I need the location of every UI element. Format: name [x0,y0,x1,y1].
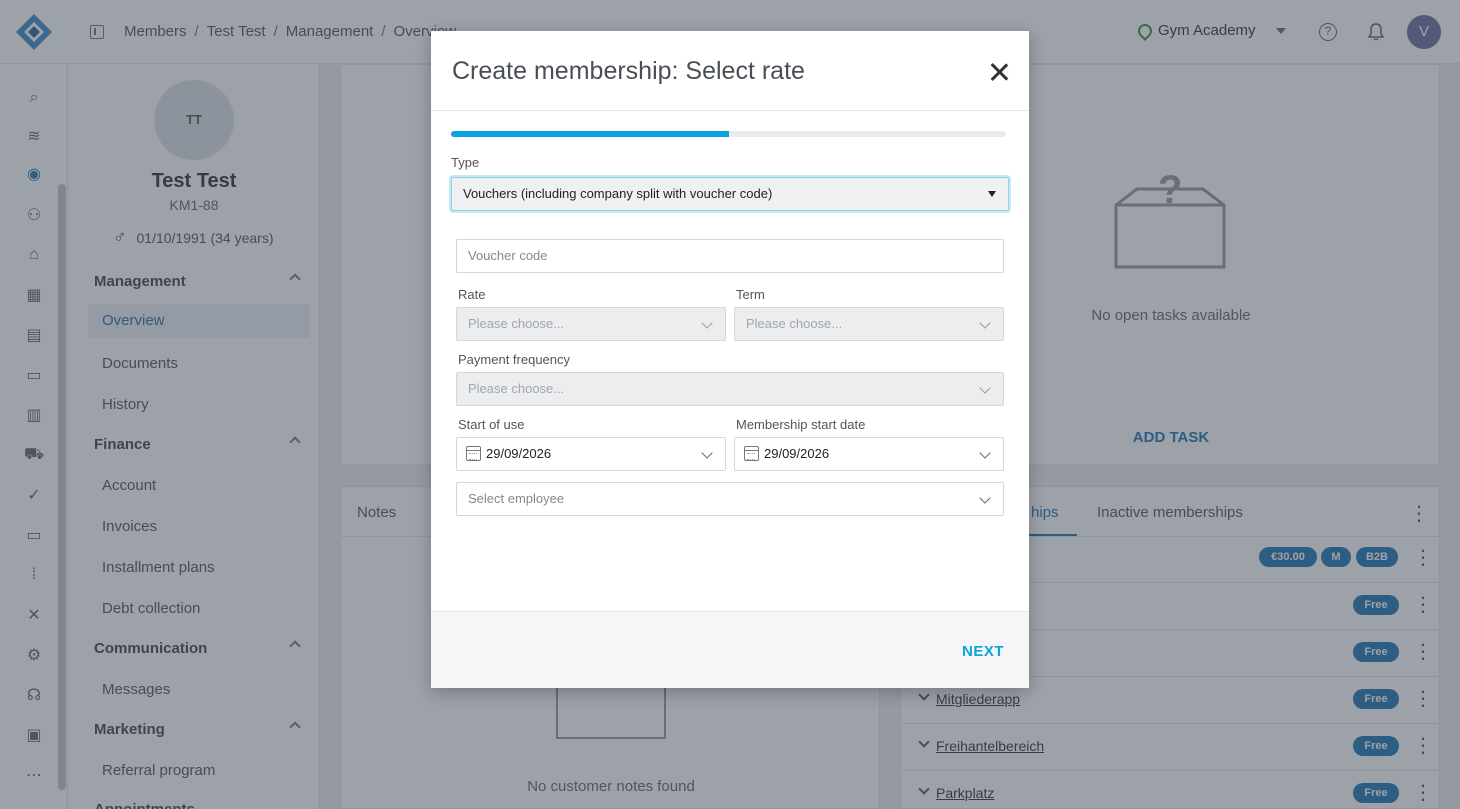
employee-select[interactable]: Select employee [456,482,1004,516]
chevron-down-icon [979,382,991,394]
rate-select[interactable]: Please choose... [456,307,726,341]
chevron-down-icon [701,447,713,459]
term-select[interactable]: Please choose... [734,307,1004,341]
type-label: Type [451,155,480,170]
chevron-down-icon [979,492,991,504]
term-placeholder: Please choose... [746,316,843,331]
calendar-icon [466,446,481,461]
calendar-icon [744,446,759,461]
membership-start-date-value: 29/09/2026 [764,446,830,461]
caret-down-icon [988,191,996,197]
start-of-use-label: Start of use [458,417,525,432]
next-button[interactable]: NEXT [962,643,1004,660]
rate-label: Rate [458,287,486,302]
dialog-footer: NEXT [431,611,1029,688]
payment-frequency-placeholder: Please choose... [468,381,565,396]
chevron-down-icon [979,317,991,329]
payment-frequency-select[interactable]: Please choose... [456,372,1004,406]
start-of-use-value: 29/09/2026 [486,446,552,461]
employee-placeholder: Select employee [468,491,565,506]
start-of-use-date-picker[interactable]: 29/09/2026 [456,437,726,471]
step-progress-bar [451,131,1006,137]
chevron-down-icon [701,317,713,329]
chevron-down-icon [979,447,991,459]
dialog-title: Create membership: Select rate [452,57,805,85]
membership-start-date-label: Membership start date [736,417,866,432]
rate-placeholder: Please choose... [468,316,565,331]
payment-frequency-label: Payment frequency [458,352,571,367]
voucher-code-input[interactable]: Voucher code [456,239,1004,273]
term-label: Term [736,287,765,302]
close-icon[interactable] [987,60,1011,84]
membership-start-date-picker[interactable]: 29/09/2026 [734,437,1004,471]
create-membership-dialog: Create membership: Select rate Type Vouc… [431,31,1029,688]
type-select-value: Vouchers (including company split with v… [463,186,773,201]
type-select[interactable]: Vouchers (including company split with v… [451,177,1009,211]
progress-fill [451,131,729,137]
dialog-header: Create membership: Select rate [431,31,1029,111]
